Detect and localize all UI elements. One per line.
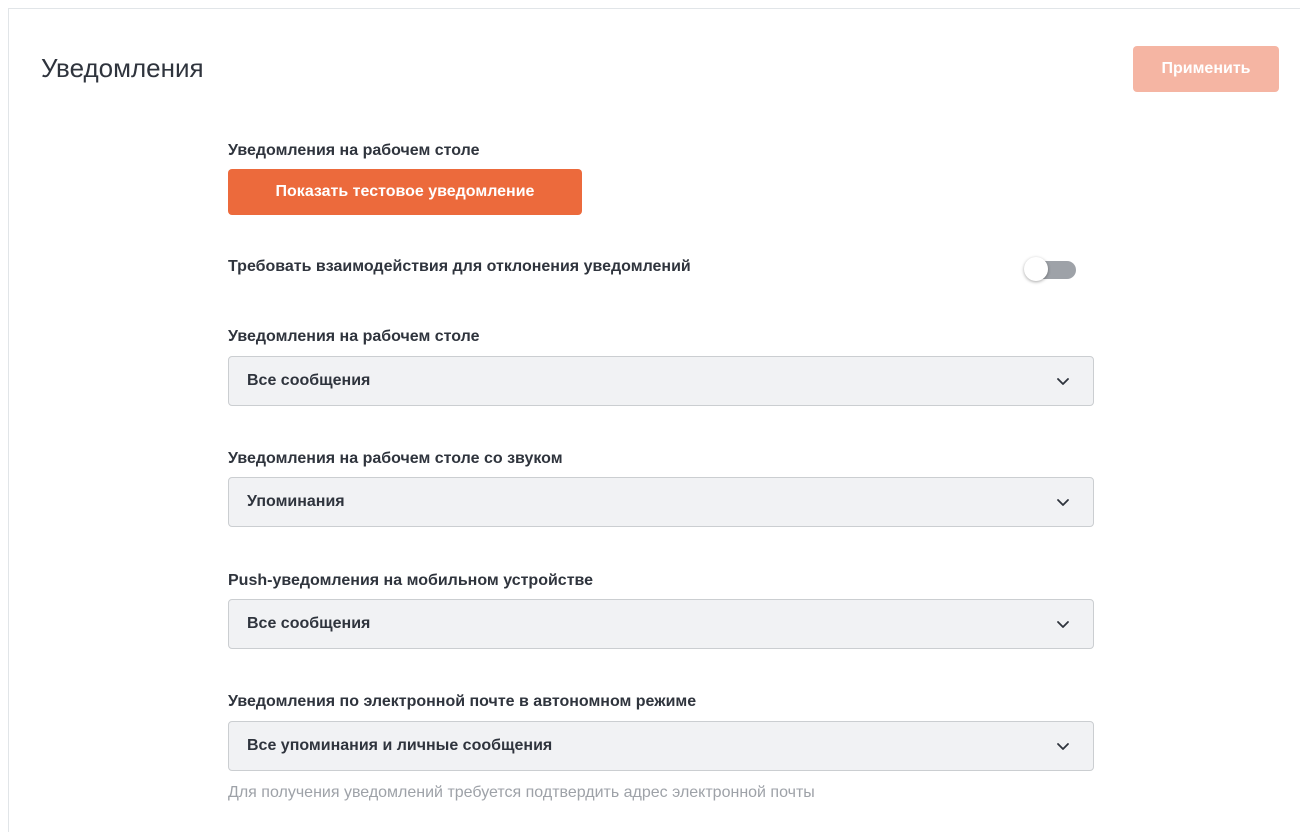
show-test-notification-button[interactable]: Показать тестовое уведомление [228, 169, 582, 215]
desktop-notifications-label: Уведомления на рабочем столе [228, 142, 480, 159]
select-value: Все сообщения [247, 615, 371, 632]
chevron-down-icon [1057, 499, 1069, 506]
desktop-alert-select[interactable]: Все сообщения [228, 356, 1094, 406]
offline-email-select[interactable]: Все упоминания и личные сообщения [228, 721, 1094, 771]
desktop-alert-label: Уведомления на рабочем столе [228, 328, 480, 345]
require-interaction-label: Требовать взаимодействия для отклонения … [228, 258, 691, 275]
offline-email-label: Уведомления по электронной почте в автон… [228, 693, 697, 710]
toggle-knob [1024, 257, 1048, 281]
mobile-push-select[interactable]: Все сообщения [228, 599, 1094, 649]
page-title: Уведомления [41, 53, 204, 83]
chevron-down-icon [1057, 621, 1069, 628]
email-verification-hint: Для получения уведомлений требуется подт… [228, 784, 815, 801]
mobile-push-label: Push-уведомления на мобильном устройстве [228, 572, 594, 589]
select-value: Все сообщения [247, 372, 371, 389]
chevron-down-icon [1057, 378, 1069, 385]
select-value: Все упоминания и личные сообщения [247, 737, 553, 754]
desktop-sound-label: Уведомления на рабочем столе со звуком [228, 450, 563, 467]
select-value: Упоминания [247, 493, 345, 510]
chevron-down-icon [1057, 743, 1069, 750]
apply-button[interactable]: Применить [1133, 46, 1279, 92]
require-interaction-toggle[interactable] [1024, 257, 1080, 281]
desktop-sound-select[interactable]: Упоминания [228, 477, 1094, 527]
